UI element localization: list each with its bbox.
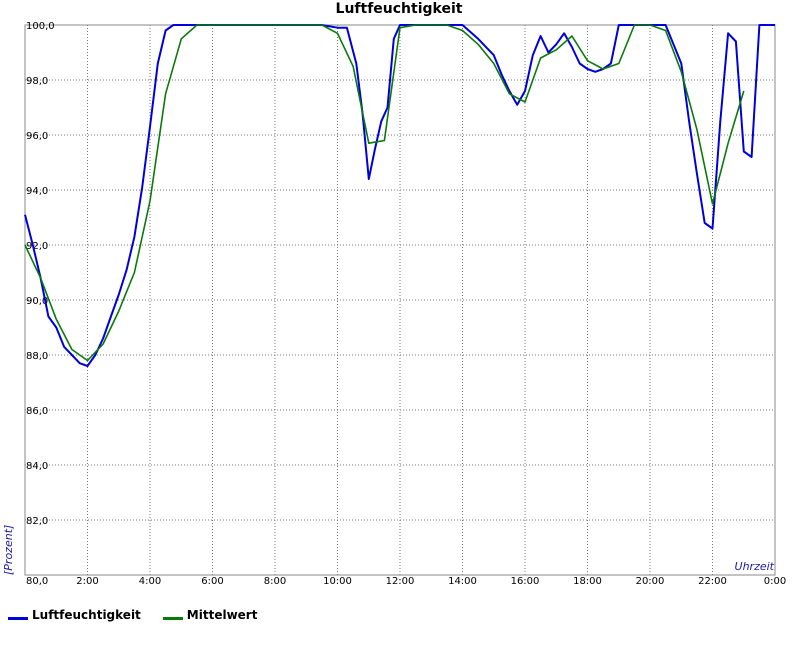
series-line-mittelwert bbox=[24, 24, 745, 362]
x-tick-label: 18:00 bbox=[573, 576, 602, 587]
grid bbox=[25, 25, 775, 575]
y-tick-label: 82,0 bbox=[26, 516, 48, 527]
y-tick-label: 86,0 bbox=[26, 406, 48, 417]
y-tick-label: 94,0 bbox=[26, 186, 48, 197]
y-tick-label: 92,0 bbox=[26, 241, 48, 252]
x-tick-label: 4:00 bbox=[139, 576, 161, 587]
x-tick-label: 12:00 bbox=[386, 576, 415, 587]
x-tick-label: 22:00 bbox=[698, 576, 727, 587]
y-tick-label: 80,0 bbox=[26, 576, 48, 587]
x-tick-label: 0:00 bbox=[764, 576, 786, 587]
legend-label-luftfeuchtigkeit: Luftfeuchtigkeit bbox=[32, 608, 141, 622]
x-axis-ticks: 2:00 4:00 6:00 8:00 10:00 12:00 14:00 16:00 18:0… bbox=[76, 576, 786, 587]
x-tick-label: 14:00 bbox=[448, 576, 477, 587]
chart: Luftfeuchtigkeit 80,082,084,086,088,090,… bbox=[2, 1, 786, 587]
x-tick-label: 10:00 bbox=[323, 576, 352, 587]
legend-item-mittelwert: Mittelwert bbox=[162, 608, 258, 622]
x-tick-label: 8:00 bbox=[264, 576, 286, 587]
legend-swatch-luftfeuchtigkeit bbox=[8, 616, 28, 620]
legend-swatch-mittelwert bbox=[162, 616, 183, 620]
y-axis-label: [Prozent] bbox=[2, 525, 15, 575]
legend: Luftfeuchtigkeit Mittelwert bbox=[8, 608, 257, 622]
y-tick-label: 100,0 bbox=[26, 21, 55, 32]
x-tick-label: 16:00 bbox=[511, 576, 540, 587]
x-tick-label: 20:00 bbox=[636, 576, 665, 587]
y-tick-label: 84,0 bbox=[26, 461, 48, 472]
x-axis-label: Uhrzeit bbox=[735, 560, 775, 573]
y-tick-label: 98,0 bbox=[26, 76, 48, 87]
x-tick-label: 6:00 bbox=[201, 576, 223, 587]
legend-item-luftfeuchtigkeit: Luftfeuchtigkeit bbox=[8, 608, 141, 622]
chart-title: Luftfeuchtigkeit bbox=[336, 1, 463, 17]
y-tick-label: 88,0 bbox=[26, 351, 48, 362]
y-tick-label: 96,0 bbox=[26, 131, 48, 142]
legend-label-mittelwert: Mittelwert bbox=[186, 608, 258, 622]
x-tick-label: 2:00 bbox=[76, 576, 98, 587]
